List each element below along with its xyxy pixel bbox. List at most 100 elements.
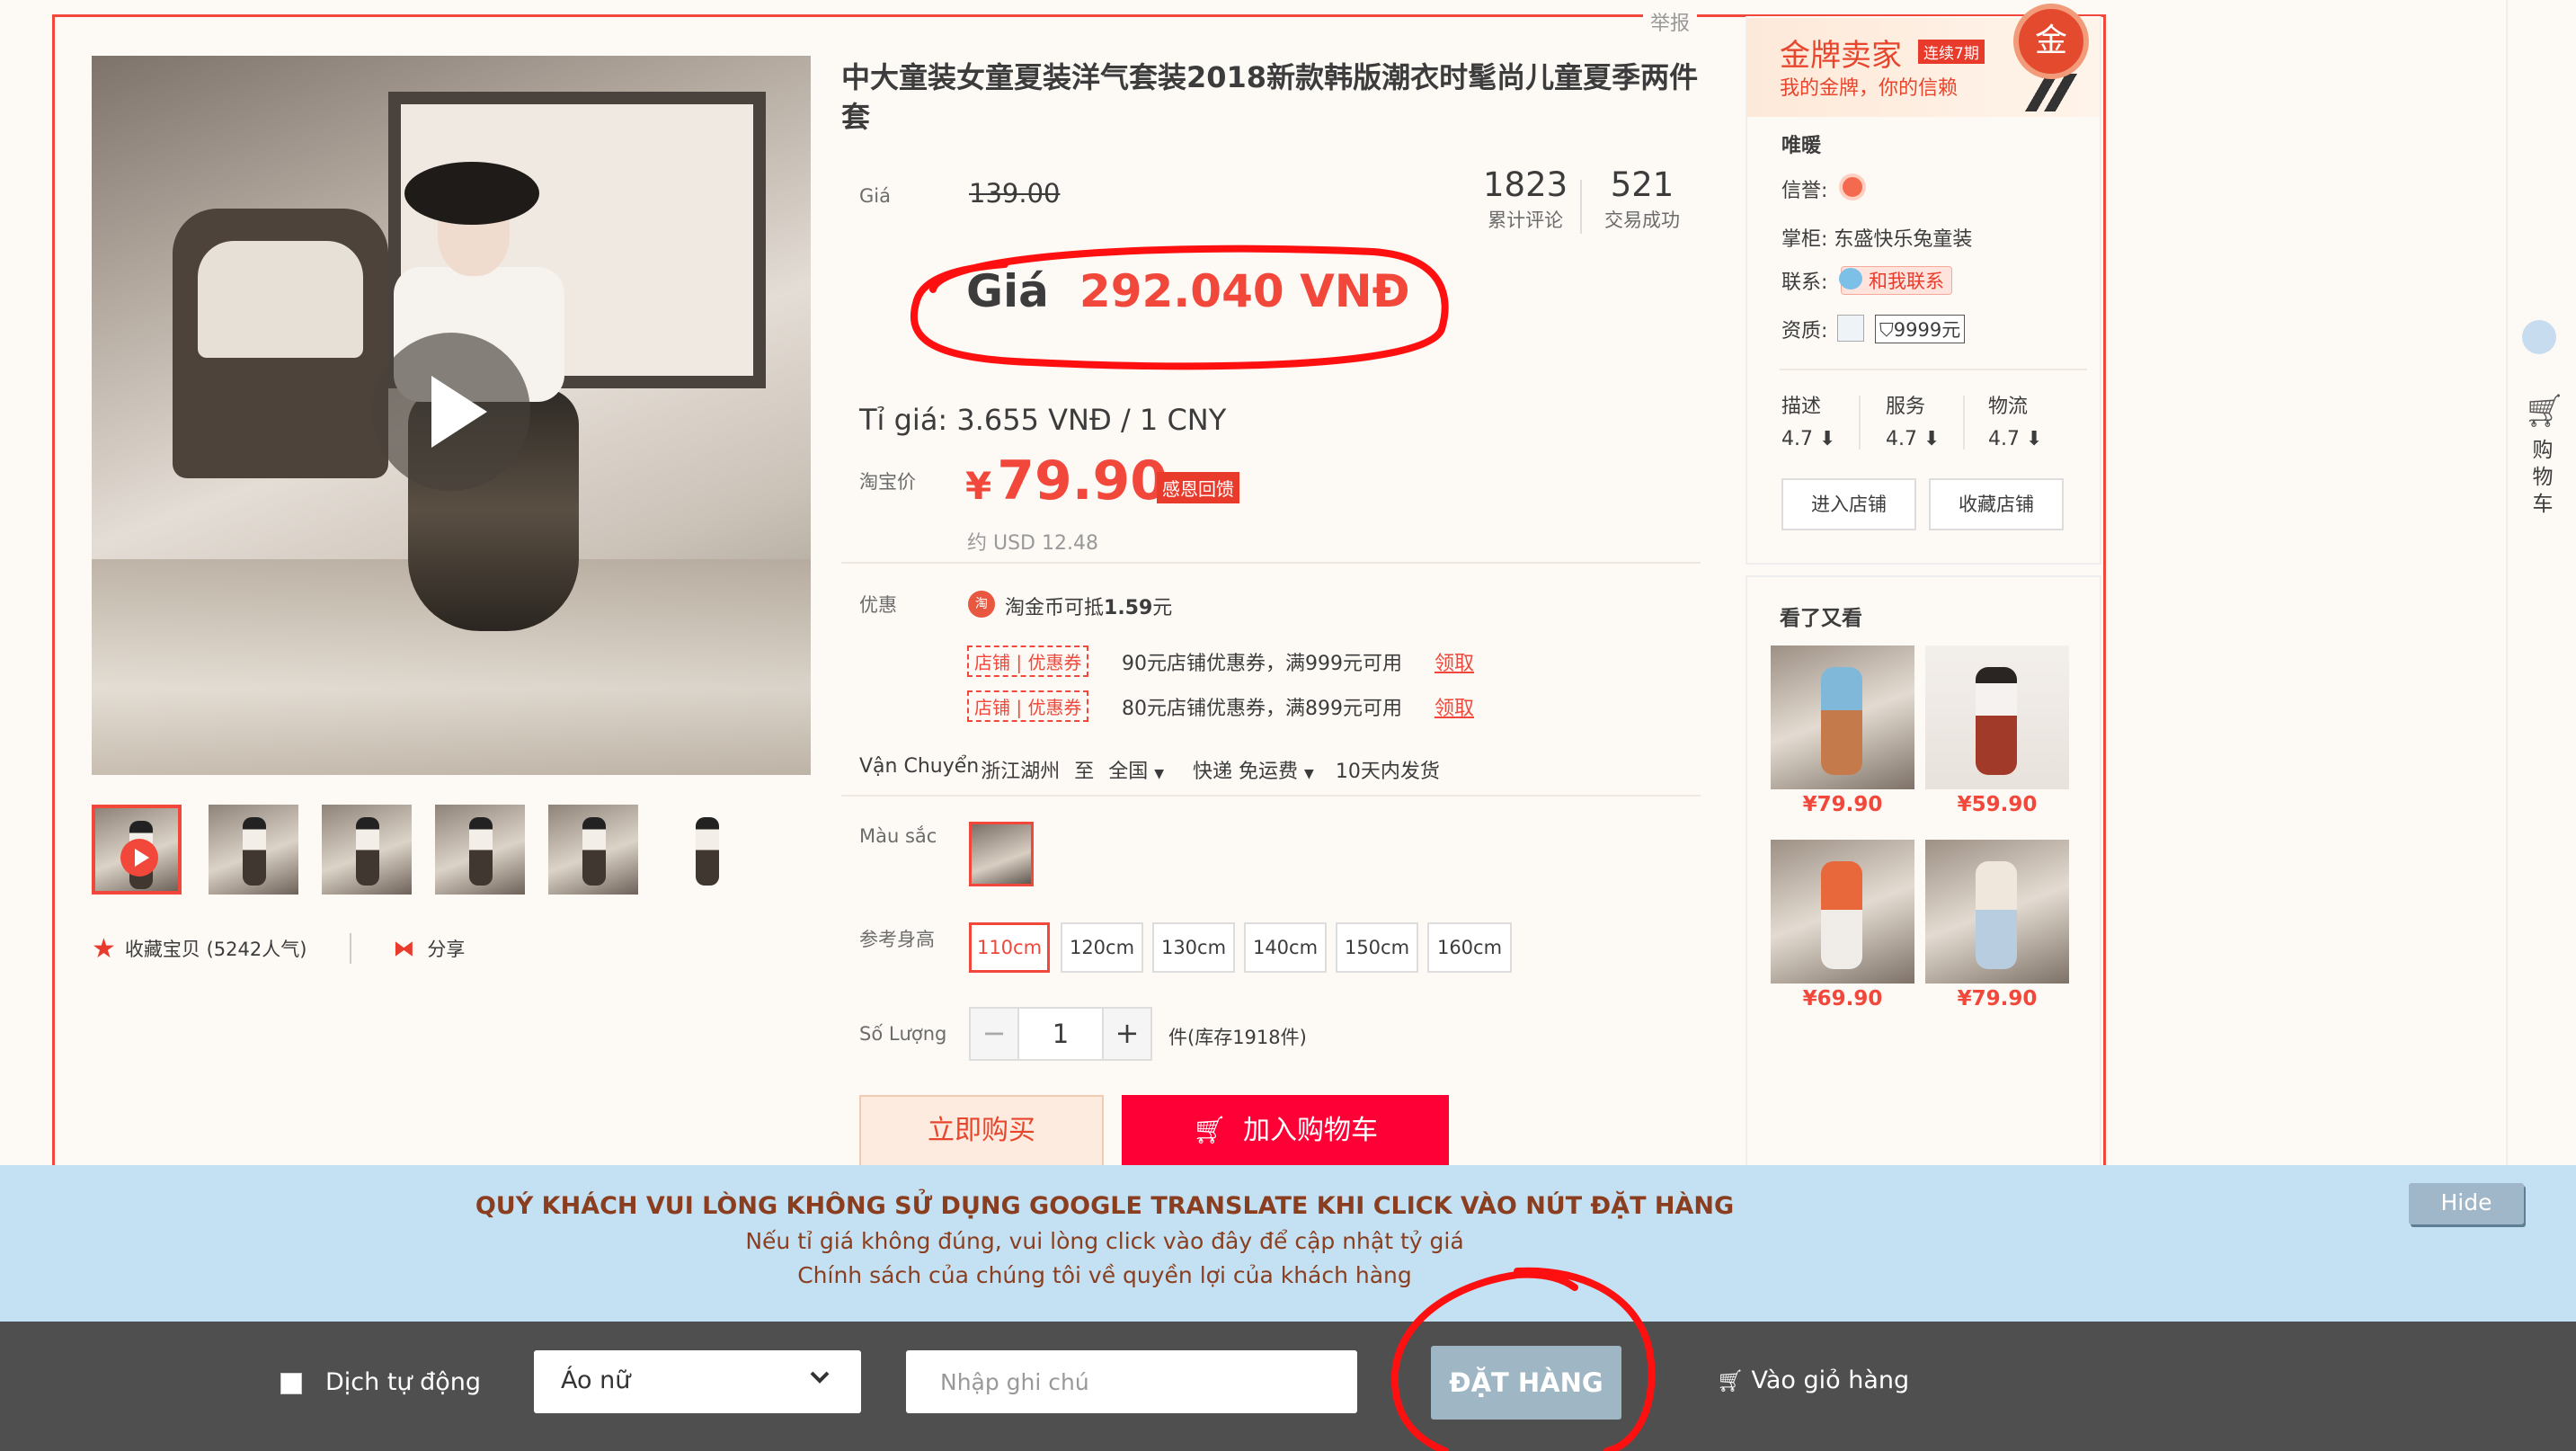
divider bbox=[350, 933, 352, 964]
divider bbox=[1963, 396, 1965, 450]
original-price: 139.00 bbox=[969, 178, 1061, 209]
price-highlight-circle bbox=[910, 245, 1449, 370]
thumbnail-2[interactable] bbox=[209, 805, 298, 895]
gold-seller-subtitle: 我的金牌，你的信赖 bbox=[1780, 77, 1959, 100]
sales-label: 交易成功 bbox=[1604, 209, 1680, 231]
coupon-tag: 店铺 | 优惠券 bbox=[967, 690, 1089, 722]
coupon-claim-link[interactable]: 领取 bbox=[1435, 692, 1474, 721]
review-count: 1823 bbox=[1483, 165, 1568, 204]
score-label: 物流 bbox=[1988, 396, 2029, 418]
note-input[interactable] bbox=[906, 1350, 1357, 1413]
recommended-item-price[interactable]: ¥79.90 bbox=[1771, 793, 1914, 816]
favorite-shop-button[interactable]: 收藏店铺 bbox=[1929, 478, 2064, 530]
gold-seller-title: 金牌卖家 bbox=[1780, 38, 1902, 74]
divider bbox=[841, 562, 1701, 564]
id-verified-icon bbox=[1837, 315, 1864, 342]
quantity-decrease-button[interactable]: − bbox=[969, 1007, 1019, 1061]
stock-info: 件(库存1918件) bbox=[1168, 1027, 1307, 1048]
thumbnail-4[interactable] bbox=[435, 805, 525, 895]
thumbnail-5[interactable] bbox=[548, 805, 638, 895]
keeper-row: 掌柜: 东盛快乐兔童装 bbox=[1781, 223, 1972, 252]
deposit-value: 9999元 bbox=[1893, 319, 1961, 341]
review-count-stat[interactable]: 1823 累计评论 bbox=[1483, 165, 1568, 233]
quantity-increase-button[interactable]: + bbox=[1102, 1007, 1152, 1061]
ship-to-dropdown[interactable]: 全国 ▼ bbox=[1108, 755, 1164, 784]
size-option-160[interactable]: 160cm bbox=[1427, 922, 1512, 973]
coupon-tag: 店铺 | 优惠券 bbox=[967, 645, 1089, 677]
score-service: 服务 4.7 ⬇ bbox=[1886, 390, 1940, 450]
favorite-item-link[interactable]: 收藏宝贝 (5242人气) bbox=[125, 935, 307, 962]
divider bbox=[1780, 369, 2087, 370]
score-value: 4.7 ⬇ bbox=[1886, 428, 1941, 450]
recommended-item-price[interactable]: ¥59.90 bbox=[1925, 793, 2069, 816]
shop-name[interactable]: 唯暖 bbox=[1781, 129, 1821, 158]
wangwang-chat-icon bbox=[1839, 268, 1862, 289]
thumbnail-3[interactable] bbox=[322, 805, 412, 895]
sales-count-stat: 521 交易成功 bbox=[1604, 165, 1680, 233]
thumbnail-6[interactable] bbox=[662, 805, 751, 895]
size-option-120[interactable]: 120cm bbox=[1061, 922, 1143, 973]
deposit-badge: ⛉9999元 bbox=[1875, 315, 1966, 343]
coupon-text: 90元店铺优惠券，满999元可用 bbox=[1122, 653, 1402, 675]
size-option-150[interactable]: 150cm bbox=[1336, 922, 1418, 973]
recommended-item-price[interactable]: ¥69.90 bbox=[1771, 987, 1914, 1010]
star-icon: ★ bbox=[92, 932, 116, 965]
color-option[interactable] bbox=[969, 822, 1034, 886]
coupon-claim-link[interactable]: 领取 bbox=[1435, 647, 1474, 676]
rate-update-notice[interactable]: Nếu tỉ giá không đúng, vui lòng click và… bbox=[0, 1228, 2209, 1254]
report-link[interactable]: 举报 bbox=[1643, 7, 1698, 36]
product-title: 中大童装女童夏装洋气套装2018新款韩版潮衣时髦尚儿童夏季两件套 bbox=[841, 60, 1699, 134]
qualification-label: 资质: bbox=[1781, 320, 1828, 343]
add-to-cart-button[interactable]: 🛒︎ 加入购物车 bbox=[1122, 1095, 1449, 1167]
auto-translate-label[interactable]: Dịch tự động bbox=[325, 1368, 481, 1396]
ship-method-dropdown[interactable]: 快递 免运费 ▼ bbox=[1193, 755, 1314, 784]
share-link[interactable]: 分享 bbox=[427, 935, 465, 962]
quantity-input[interactable]: 1 bbox=[1017, 1007, 1104, 1061]
size-option-110[interactable]: 110cm bbox=[969, 922, 1050, 973]
video-play-button[interactable] bbox=[372, 333, 530, 491]
play-icon bbox=[431, 376, 487, 448]
shipping-row: Vận Chuyển 浙江湖州 至 全国 ▼ 快递 免运费 ▼ 10天内发货 bbox=[859, 755, 1440, 784]
customer-policy-link[interactable]: Chính sách của chúng tôi về quyền lợi củ… bbox=[0, 1262, 2209, 1288]
color-label: Màu sắc bbox=[859, 825, 937, 847]
chevron-down-icon bbox=[810, 1371, 830, 1384]
hide-button[interactable]: Hide bbox=[2409, 1183, 2524, 1224]
credit-label: 信誉: bbox=[1781, 180, 1828, 202]
enter-shop-button[interactable]: 进入店铺 bbox=[1781, 478, 1916, 530]
recommended-item-image[interactable] bbox=[1771, 645, 1914, 789]
recommended-item-image[interactable] bbox=[1925, 840, 2069, 984]
divider bbox=[1580, 180, 1582, 234]
recommended-item-price[interactable]: ¥79.90 bbox=[1925, 987, 2069, 1010]
thumbnail-video[interactable] bbox=[92, 805, 182, 895]
score-logistics: 物流 4.7 ⬇ bbox=[1988, 390, 2042, 450]
taojinbi-coin-icon: 淘 bbox=[968, 591, 995, 618]
promo-label: 优惠 bbox=[859, 594, 897, 616]
add-to-cart-label: 加入购物车 bbox=[1243, 1115, 1379, 1146]
price-label: Giá bbox=[859, 185, 891, 207]
feedback-icon[interactable] bbox=[2522, 320, 2556, 354]
score-description: 描述 4.7 ⬇ bbox=[1781, 390, 1835, 450]
review-label: 累计评论 bbox=[1488, 209, 1564, 231]
shield-icon: ⛉ bbox=[1879, 319, 1894, 341]
cart-icon: 🛒︎ bbox=[1192, 1115, 1228, 1146]
recommended-item-image[interactable] bbox=[1925, 645, 2069, 789]
credit-heart-icon bbox=[1839, 174, 1866, 200]
right-side-rail bbox=[2506, 0, 2576, 1169]
auto-translate-checkbox[interactable] bbox=[280, 1373, 302, 1394]
side-cart-label[interactable]: 购物车 bbox=[2529, 437, 2556, 518]
gold-seller-tag: 连续7期 bbox=[1918, 40, 1985, 64]
size-option-140[interactable]: 140cm bbox=[1244, 922, 1327, 973]
translate-warning: QUÝ KHÁCH VUI LÒNG KHÔNG SỬ DỤNG GOOGLE … bbox=[475, 1192, 1735, 1220]
coin-unit: 元 bbox=[1152, 597, 1173, 619]
buy-now-button[interactable]: 立即购买 bbox=[859, 1095, 1104, 1167]
shipping-label: Vận Chuyển bbox=[859, 755, 980, 778]
share-icon: ⧓ bbox=[393, 936, 415, 961]
size-option-130[interactable]: 130cm bbox=[1152, 922, 1235, 973]
go-to-cart-link[interactable]: 🛒︎ Vào giỏ hàng bbox=[1717, 1366, 1909, 1394]
sales-count: 521 bbox=[1610, 165, 1674, 204]
recommended-item-image[interactable] bbox=[1771, 840, 1914, 984]
cart-icon[interactable]: 🛒︎ bbox=[2524, 392, 2565, 430]
dispatch-time: 10天内发货 bbox=[1335, 761, 1440, 783]
caret-down-icon: ▼ bbox=[1154, 767, 1165, 781]
coin-discount-text: 淘金币可抵1.59元 bbox=[1005, 592, 1172, 620]
